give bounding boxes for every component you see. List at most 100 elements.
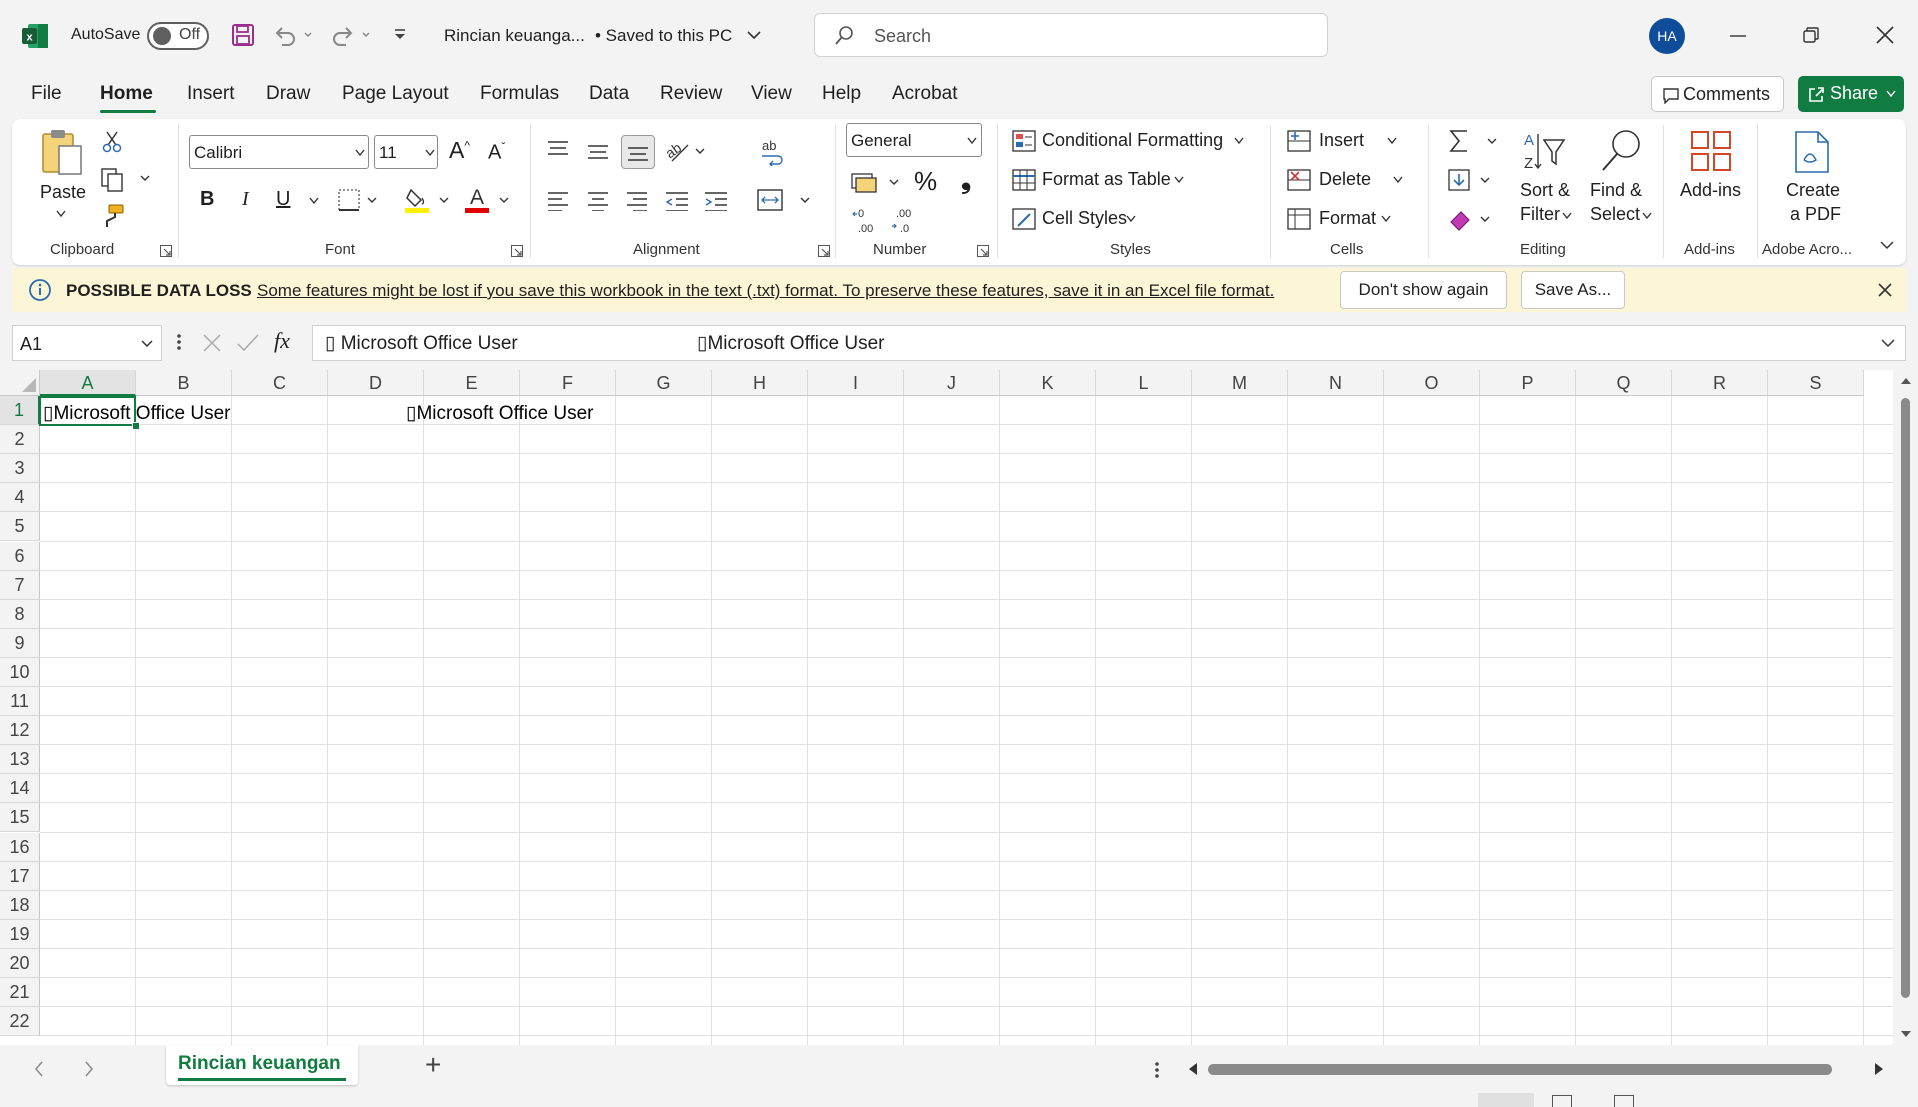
row-header-19[interactable]: 19 [0, 919, 40, 949]
close-icon[interactable] [1876, 26, 1894, 44]
align-middle-icon[interactable] [586, 144, 610, 164]
tab-home[interactable]: Home [100, 83, 153, 105]
underline-button[interactable]: U [276, 188, 290, 211]
dont-show-again-button[interactable]: Don't show again [1340, 271, 1507, 309]
undo-icon[interactable] [272, 23, 312, 47]
row-header-14[interactable]: 14 [0, 774, 40, 804]
formula-input[interactable]: ▯ Microsoft Office User ▯Microsoft Offic… [312, 325, 1906, 361]
row-header-11[interactable]: 11 [0, 687, 40, 717]
fill-color-icon[interactable] [405, 186, 451, 214]
column-header-h[interactable]: H [712, 370, 808, 396]
tab-page-layout[interactable]: Page Layout [342, 83, 449, 105]
share-button[interactable]: Share [1798, 76, 1904, 112]
tab-file[interactable]: File [31, 83, 62, 105]
align-center-icon[interactable] [586, 191, 610, 211]
vertical-scroll-thumb[interactable] [1901, 398, 1910, 998]
row-header-5[interactable]: 5 [0, 512, 40, 542]
dialog-launcher-icon[interactable] [818, 245, 830, 257]
tab-insert[interactable]: Insert [187, 83, 235, 105]
find-select-button[interactable]: Find & Select [1590, 128, 1654, 228]
row-header-13[interactable]: 13 [0, 745, 40, 775]
merge-center-icon[interactable] [757, 189, 817, 213]
message-text-link[interactable]: Some features might be lost if you save … [257, 281, 1274, 301]
comments-button[interactable]: Comments [1651, 76, 1784, 112]
customize-toolbar-icon[interactable] [392, 28, 408, 42]
scroll-down-icon[interactable] [1900, 1030, 1912, 1038]
add-sheet-button[interactable]: + [425, 1049, 441, 1081]
tab-draw[interactable]: Draw [266, 83, 310, 105]
autosum-icon[interactable] [1447, 128, 1497, 156]
more-options-icon[interactable] [1154, 1061, 1160, 1081]
row-header-7[interactable]: 7 [0, 570, 40, 600]
align-top-icon[interactable] [546, 140, 570, 160]
prev-sheet-icon[interactable] [34, 1061, 44, 1077]
column-header-j[interactable]: J [904, 370, 1000, 396]
tab-data[interactable]: Data [589, 83, 629, 105]
comma-style-button[interactable]: ❟ [961, 164, 971, 196]
decrease-font-icon[interactable]: Aˇ [488, 140, 505, 165]
scroll-right-icon[interactable] [1874, 1062, 1884, 1076]
align-left-icon[interactable] [546, 191, 570, 211]
vertical-scrollbar[interactable] [1893, 370, 1918, 1045]
column-header-g[interactable]: G [616, 370, 712, 396]
cell-styles-button[interactable]: Cell Styles [1012, 206, 1152, 234]
horizontal-scroll-thumb[interactable] [1208, 1064, 1832, 1075]
italic-button[interactable]: I [242, 188, 249, 211]
increase-indent-icon[interactable] [703, 191, 729, 211]
column-header-e[interactable]: E [424, 370, 520, 396]
save-status[interactable]: • Saved to this PC [595, 26, 732, 46]
accounting-format-icon[interactable] [851, 171, 903, 195]
dialog-launcher-icon[interactable] [511, 245, 523, 257]
row-header-3[interactable]: 3 [0, 454, 40, 484]
row-header-2[interactable]: 2 [0, 425, 40, 455]
copy-icon[interactable] [100, 168, 156, 192]
page-layout-view-icon[interactable] [1552, 1095, 1572, 1107]
delete-cells-button[interactable]: Delete [1287, 167, 1411, 195]
collapse-ribbon-icon[interactable] [1880, 240, 1894, 250]
borders-icon[interactable] [338, 189, 378, 211]
column-header-m[interactable]: M [1192, 370, 1288, 396]
chevron-down-icon[interactable] [309, 197, 319, 205]
font-name-combo[interactable]: Calibri [189, 135, 369, 169]
chevron-down-icon[interactable] [746, 29, 762, 41]
row-header-1[interactable]: 1 [0, 396, 40, 426]
font-color-icon[interactable]: A [465, 184, 511, 214]
column-header-f[interactable]: F [520, 370, 616, 396]
font-size-combo[interactable]: 11 [374, 135, 438, 169]
format-painter-icon[interactable] [101, 204, 125, 228]
scroll-left-icon[interactable] [1188, 1062, 1198, 1076]
row-header-21[interactable]: 21 [0, 978, 40, 1008]
column-header-i[interactable]: I [808, 370, 904, 396]
percent-button[interactable]: % [914, 166, 937, 197]
insert-function-button[interactable]: fx [274, 328, 290, 354]
more-options-icon[interactable] [176, 332, 182, 352]
create-pdf-button[interactable]: Create a PDF [1780, 128, 1844, 228]
minimize-icon[interactable] [1730, 34, 1746, 38]
column-header-a[interactable]: A [40, 370, 136, 396]
row-header-4[interactable]: 4 [0, 483, 40, 513]
normal-view-icon[interactable] [1478, 1093, 1534, 1107]
save-icon[interactable] [231, 23, 255, 47]
row-header-22[interactable]: 22 [0, 1007, 40, 1037]
redo-icon[interactable] [330, 23, 372, 47]
confirm-entry-icon[interactable] [237, 334, 259, 352]
row-header-15[interactable]: 15 [0, 803, 40, 833]
bold-button[interactable]: B [200, 188, 214, 211]
row-header-16[interactable]: 16 [0, 832, 40, 862]
paste-button[interactable]: Paste [38, 128, 88, 228]
restore-icon[interactable] [1803, 27, 1819, 43]
scroll-up-icon[interactable] [1900, 377, 1912, 385]
dialog-launcher-icon[interactable] [160, 245, 172, 257]
column-header-p[interactable]: P [1480, 370, 1576, 396]
insert-cells-button[interactable]: Insert [1287, 128, 1405, 156]
row-header-12[interactable]: 12 [0, 716, 40, 746]
search-input[interactable]: Search [814, 13, 1328, 57]
column-header-c[interactable]: C [232, 370, 328, 396]
column-header-b[interactable]: B [136, 370, 232, 396]
fill-icon[interactable] [1447, 167, 1497, 195]
row-header-17[interactable]: 17 [0, 861, 40, 891]
tab-review[interactable]: Review [660, 83, 722, 105]
next-sheet-icon[interactable] [84, 1061, 94, 1077]
decrease-decimal-icon[interactable]: .00.0 [890, 206, 918, 234]
column-header-q[interactable]: Q [1576, 370, 1672, 396]
